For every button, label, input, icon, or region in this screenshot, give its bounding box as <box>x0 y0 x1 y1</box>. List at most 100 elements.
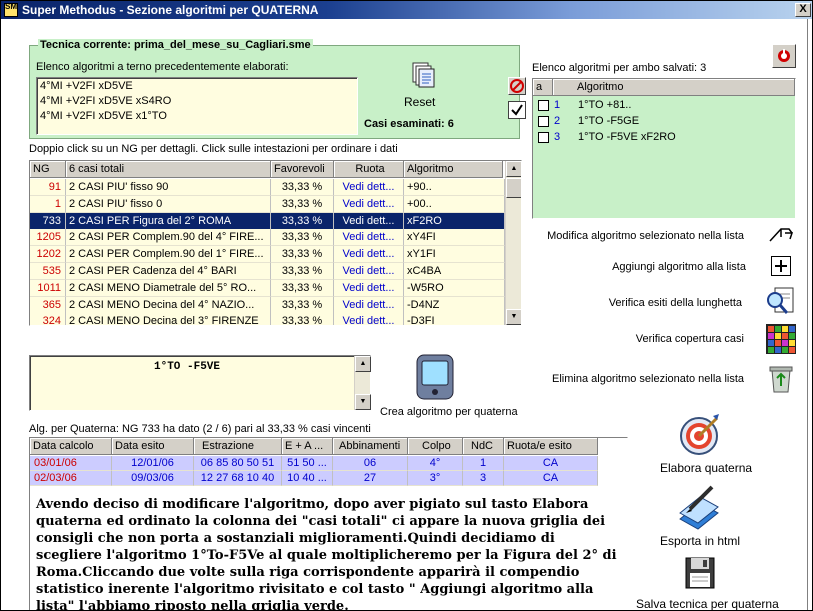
title-bar[interactable]: SM Super Methodus - Sezione algoritmi pe… <box>1 1 812 19</box>
table-cell[interactable]: 535 <box>30 263 66 280</box>
algorithm-editor[interactable]: 1°TO -F5VE ▲ ▼ <box>29 355 371 411</box>
column-header-index[interactable]: a <box>533 79 553 96</box>
table-cell[interactable]: Vedi dett... <box>334 296 404 314</box>
table-cell[interactable]: 2 CASI PER Complem.90 del 4° FIRE... <box>66 229 271 247</box>
saved-algorithms-grid[interactable]: a Algoritmo 1 1°TO +81.. 2 1°TO -F5GE 3 1°TO … <box>532 78 796 219</box>
row-index[interactable]: 3 <box>554 131 560 143</box>
detail-cell[interactable]: 03/01/06 <box>30 456 112 471</box>
table-cell[interactable]: 33,33 % <box>271 212 334 230</box>
elabora-quaterna-label[interactable]: Elabora quaterna <box>660 461 752 475</box>
delete-algorithm-button[interactable] <box>765 362 797 394</box>
scroll-down-button[interactable]: ▼ <box>355 394 371 410</box>
table-cell[interactable]: 1205 <box>30 229 66 247</box>
table-cell[interactable]: 1011 <box>30 279 66 297</box>
detail-cell[interactable]: 12/01/06 <box>112 456 194 471</box>
table-cell[interactable]: Vedi dett... <box>334 212 404 230</box>
detail-cell[interactable]: 09/03/06 <box>112 471 194 486</box>
column-header-wheel-result[interactable]: Ruota/e esito <box>504 438 598 455</box>
table-cell[interactable]: 1 <box>30 195 66 213</box>
row-checkbox[interactable] <box>538 100 549 111</box>
table-cell[interactable]: 33,33 % <box>271 263 334 280</box>
table-cell[interactable]: 2 CASI PER Complem.90 del 1° FIRE... <box>66 246 271 264</box>
column-header-favorable[interactable]: Favorevoli <box>271 161 334 178</box>
detail-cell[interactable]: 12 27 68 10 40 <box>194 471 282 486</box>
scroll-up-button[interactable]: ▲ <box>506 161 521 177</box>
exit-button[interactable] <box>772 44 796 68</box>
detail-cell[interactable]: 3 <box>463 471 504 486</box>
saved-algorithm-cell[interactable]: 1°TO -F5GE <box>578 115 639 127</box>
reset-label[interactable]: Reset <box>404 95 435 109</box>
table-cell[interactable]: -D3FI <box>404 313 505 325</box>
detail-cell[interactable]: 06 85 80 50 51 <box>194 456 282 471</box>
confirm-button[interactable] <box>508 101 526 119</box>
add-algorithm-button[interactable] <box>771 256 791 276</box>
table-cell[interactable]: 33,33 % <box>271 179 334 196</box>
table-cell[interactable]: 33,33 % <box>271 195 334 213</box>
save-technique-label[interactable]: Salva tecnica per quaterna <box>636 597 779 610</box>
scroll-down-button[interactable]: ▼ <box>506 309 521 325</box>
editor-scrollbar[interactable]: ▲ ▼ <box>354 356 371 410</box>
table-cell[interactable]: 33,33 % <box>271 296 334 314</box>
table-cell[interactable]: Vedi dett... <box>334 263 404 280</box>
detail-cell[interactable]: CA <box>504 471 598 486</box>
table-cell[interactable]: 2 CASI PER Figura del 2° ROMA <box>66 212 271 230</box>
detail-cell[interactable]: CA <box>504 456 598 471</box>
table-cell[interactable]: 324 <box>30 313 66 325</box>
detail-cell[interactable]: 02/03/06 <box>30 471 112 486</box>
table-cell[interactable]: +00.. <box>404 195 505 213</box>
verify-outcomes-button[interactable] <box>765 286 797 316</box>
scroll-up-button[interactable]: ▲ <box>355 356 371 372</box>
table-cell[interactable]: 2 CASI PER Cadenza del 4° BARI <box>66 263 271 280</box>
table-cell[interactable]: 2 CASI MENO Decina del 4° NAZIO... <box>66 296 271 314</box>
column-header-ea[interactable]: E + A ... <box>282 438 333 455</box>
detail-cell[interactable]: 06 <box>333 456 408 471</box>
table-cell[interactable]: Vedi dett... <box>334 313 404 325</box>
table-cell[interactable]: Vedi dett... <box>334 246 404 264</box>
detail-cell[interactable]: 27 <box>333 471 408 486</box>
previous-algorithms-list[interactable]: 4°MI +V2FI xD5VE 4°MI +V2FI xD5VE xS4RO … <box>36 77 358 135</box>
table-cell[interactable]: 33,33 % <box>271 246 334 264</box>
saved-algorithm-cell[interactable]: 1°TO -F5VE xF2RO <box>578 131 676 143</box>
table-cell[interactable]: 91 <box>30 179 66 196</box>
table-cell[interactable]: +90.. <box>404 179 505 196</box>
create-algorithm-label[interactable]: Crea algoritmo per quaterna <box>380 406 518 418</box>
detail-cell[interactable]: 4° <box>408 456 463 471</box>
detail-cell[interactable]: 3° <box>408 471 463 486</box>
table-cell[interactable]: 2 CASI MENO Decina del 3° FIRENZE <box>66 313 271 325</box>
column-header-wheel[interactable]: Ruota <box>334 161 404 178</box>
list-item[interactable]: 4°MI +V2FI xD5VE x1°TO <box>40 110 167 122</box>
detail-cell[interactable]: 10 40 ... <box>282 471 333 486</box>
export-html-label[interactable]: Esporta in html <box>660 534 740 548</box>
close-button[interactable]: X <box>795 3 811 17</box>
table-cell[interactable]: xF2RO <box>404 212 505 230</box>
column-header-ng[interactable]: NG <box>30 161 66 178</box>
table-cell[interactable]: 1202 <box>30 246 66 264</box>
saved-algorithm-cell[interactable]: 1°TO +81.. <box>578 99 631 111</box>
column-header-shot[interactable]: Colpo <box>408 438 463 455</box>
list-item[interactable]: 4°MI +V2FI xD5VE <box>40 80 133 92</box>
row-checkbox[interactable] <box>538 116 549 127</box>
clear-list-button[interactable] <box>508 77 526 95</box>
algorithm-editor-text[interactable]: 1°TO -F5VE <box>154 361 220 373</box>
export-html-button[interactable] <box>676 483 722 531</box>
table-cell[interactable]: 2 CASI MENO Diametrale del 5° RO... <box>66 279 271 297</box>
algorithms-grid[interactable]: NG 6 casi totali Favorevoli Ruota Algori… <box>29 160 522 326</box>
verify-coverage-button[interactable] <box>765 323 797 355</box>
detail-cell[interactable]: 1 <box>463 456 504 471</box>
scroll-thumb[interactable] <box>506 178 521 198</box>
column-header-algorithm[interactable]: Algoritmo <box>404 161 503 178</box>
save-technique-button[interactable] <box>684 556 716 590</box>
row-index[interactable]: 2 <box>554 115 560 127</box>
detail-cell[interactable]: 51 50 ... <box>282 456 333 471</box>
table-cell[interactable]: -D4NZ <box>404 296 505 314</box>
table-cell[interactable]: Vedi dett... <box>334 229 404 247</box>
table-cell[interactable]: xC4BA <box>404 263 505 280</box>
elabora-quaterna-button[interactable] <box>679 412 721 458</box>
list-item[interactable]: 4°MI +V2FI xD5VE xS4RO <box>40 95 171 107</box>
table-cell[interactable]: 33,33 % <box>271 279 334 297</box>
table-cell[interactable]: xY1FI <box>404 246 505 264</box>
table-cell[interactable]: 2 CASI PIU' fisso 90 <box>66 179 271 196</box>
table-cell[interactable]: Vedi dett... <box>334 179 404 196</box>
row-checkbox[interactable] <box>538 132 549 143</box>
table-cell[interactable]: Vedi dett... <box>334 279 404 297</box>
